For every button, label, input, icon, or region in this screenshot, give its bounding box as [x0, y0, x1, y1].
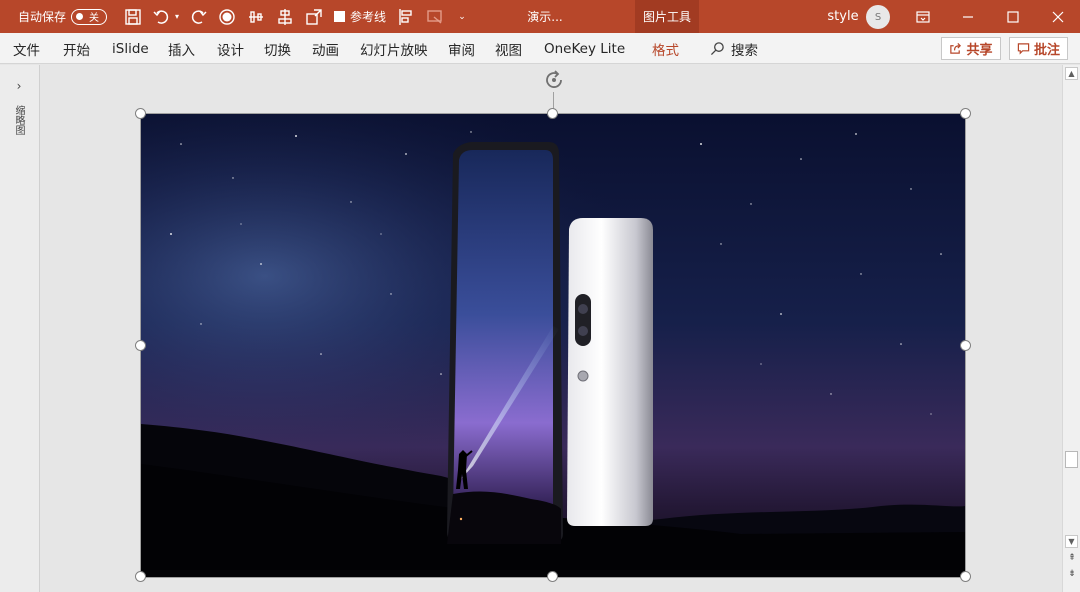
picture-tools-label: 图片工具 [635, 0, 699, 33]
share-icon [950, 42, 962, 54]
tab-design[interactable]: 设计 [217, 33, 244, 64]
align-icon[interactable] [273, 0, 297, 33]
document-title: 演示... [527, 10, 563, 24]
redo-icon[interactable] [186, 0, 210, 33]
tab-home[interactable]: 开始 [63, 33, 90, 64]
resize-handle-top-right[interactable] [960, 108, 971, 119]
tab-insert[interactable]: 插入 [168, 33, 195, 64]
resize-handle-bottom-left[interactable] [135, 571, 146, 582]
reference-lines-label: 参考线 [349, 10, 386, 24]
align-left-icon[interactable] [394, 0, 418, 33]
avatar[interactable]: S [866, 5, 890, 29]
thumbnail-pane: › 缩略图 [0, 65, 40, 592]
minimize-icon[interactable] [945, 0, 991, 33]
resize-handle-top-left[interactable] [135, 108, 146, 119]
vertical-scrollbar[interactable]: ▲ ▼ ⇞ ⇟ [1062, 65, 1080, 592]
undo-dropdown-icon[interactable]: ▾ [172, 0, 182, 33]
toggle-knob [76, 12, 84, 20]
checkbox-box [333, 11, 345, 22]
search-box[interactable]: 搜索 [710, 33, 758, 64]
scroll-up-icon[interactable]: ▲ [1065, 67, 1078, 80]
selection-border [140, 113, 966, 578]
tab-animations[interactable]: 动画 [312, 33, 339, 64]
previous-slide-icon[interactable]: ⇞ [1066, 552, 1078, 564]
tab-review[interactable]: 审阅 [448, 33, 475, 64]
share-button[interactable]: 共享 [941, 37, 1001, 60]
record-icon[interactable] [215, 0, 239, 33]
share-label: 共享 [966, 43, 993, 58]
thumbnail-pane-label: 缩略图 [13, 105, 24, 135]
tab-onekey-lite[interactable]: OneKey Lite [544, 33, 625, 64]
tab-transitions[interactable]: 切换 [264, 33, 291, 64]
resize-handle-bottom[interactable] [547, 571, 558, 582]
shape-icon[interactable] [302, 0, 326, 33]
autosave-state: 关 [89, 13, 100, 24]
tab-slideshow[interactable]: 幻灯片放映 [360, 33, 428, 64]
slide-shape-icon[interactable] [423, 0, 447, 33]
ribbon-display-icon[interactable] [900, 0, 946, 33]
close-icon[interactable] [1035, 0, 1080, 33]
ribbon-tabs: 文件 开始 iSlide 插入 设计 切换 动画 幻灯片放映 审阅 视图 One… [0, 33, 1080, 64]
expand-chevron-icon[interactable]: › [12, 79, 26, 93]
comments-button[interactable]: 批注 [1009, 37, 1068, 60]
tab-file[interactable]: 文件 [13, 33, 40, 64]
maximize-icon[interactable] [990, 0, 1036, 33]
comments-label: 批注 [1033, 43, 1060, 58]
save-icon[interactable] [121, 0, 145, 33]
comment-icon [1017, 43, 1030, 55]
rotate-icon[interactable] [543, 69, 565, 91]
distribute-icon[interactable] [244, 0, 268, 33]
tab-islide[interactable]: iSlide [112, 33, 149, 64]
autosave-switch[interactable]: 关 [71, 8, 108, 25]
autosave-toggle[interactable]: 自动保存 关 [18, 0, 114, 33]
scrollbar-thumb[interactable] [1065, 451, 1078, 468]
tab-format[interactable]: 格式 [652, 33, 679, 64]
title-bar: 自动保存 关 ▾ 参考线 ⌄ 演示... 图片工具 style S [0, 0, 1080, 33]
resize-handle-right[interactable] [960, 340, 971, 351]
autosave-label: 自动保存 [18, 10, 67, 24]
user-name[interactable]: style [826, 0, 860, 33]
slide-canvas[interactable] [41, 65, 1062, 592]
reference-lines-checkbox[interactable]: 参考线 [330, 0, 390, 33]
scroll-down-icon[interactable]: ▼ [1065, 535, 1078, 548]
resize-handle-top[interactable] [547, 108, 558, 119]
search-label: 搜索 [731, 42, 758, 59]
next-slide-icon[interactable]: ⇟ [1066, 568, 1078, 580]
tab-view[interactable]: 视图 [495, 33, 522, 64]
resize-handle-left[interactable] [135, 340, 146, 351]
resize-handle-bottom-right[interactable] [960, 571, 971, 582]
undo-icon[interactable] [150, 0, 174, 33]
customize-icon[interactable]: ⌄ [455, 0, 469, 33]
search-icon [710, 42, 724, 56]
